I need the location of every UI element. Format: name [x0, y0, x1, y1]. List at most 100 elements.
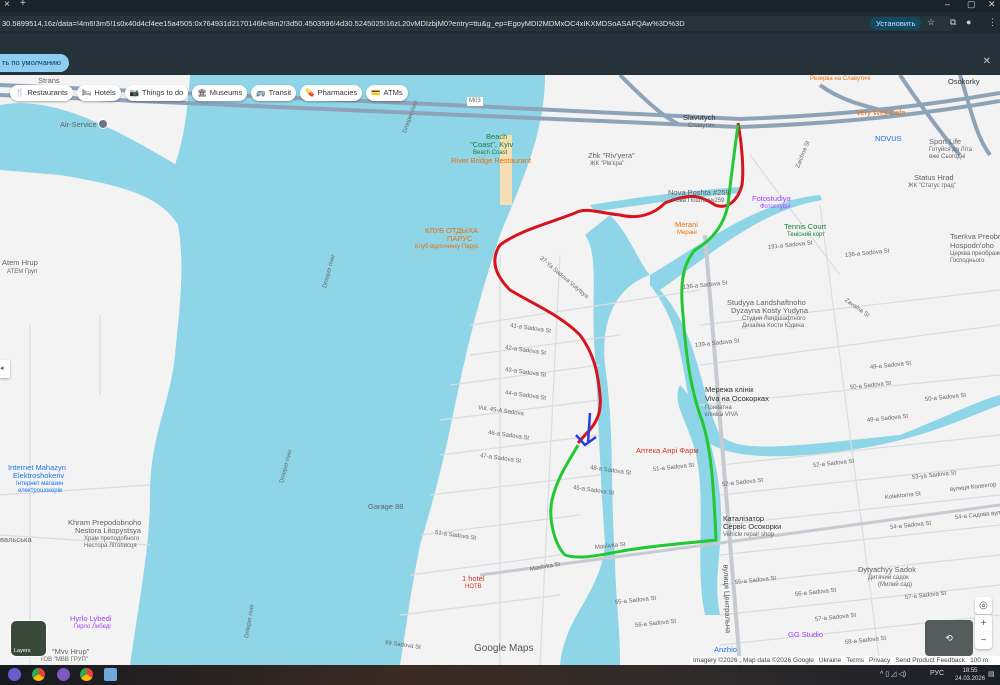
place-tennis-ua: Тенісний корт: [787, 232, 825, 238]
set-default-button[interactable]: ть по умолчанию: [0, 54, 69, 72]
camera-icon: 📷: [129, 88, 139, 97]
chip-transit[interactable]: 🚌 Transit: [251, 85, 297, 101]
place-apteka[interactable]: Аптека Анрі Фарм: [636, 446, 699, 455]
clock[interactable]: 18:55 24.03.2026: [955, 667, 985, 683]
install-app-button[interactable]: Установить: [870, 17, 922, 30]
route-blue-arrow: [575, 412, 597, 447]
place-river-bridge[interactable]: River Bridge Restaurant: [451, 156, 531, 165]
maximize-button[interactable]: ▢: [967, 0, 976, 10]
place-nova-poshta[interactable]: Nova Poshta #259: [668, 188, 730, 197]
place-reserve[interactable]: Резерва на Славутичі: [810, 75, 871, 84]
place-anzhio[interactable]: Anzhio: [714, 645, 737, 654]
bookmarks-bar: [0, 34, 1000, 52]
chip-atms[interactable]: 💳 ATMs: [366, 85, 408, 101]
privacy-link[interactable]: Privacy: [869, 656, 890, 665]
place-mvv-ua: ТОВ "МВВ ГРУП": [40, 657, 88, 663]
tray-icons[interactable]: ^ ▯ ◿ ◁): [880, 670, 906, 678]
place-air-service[interactable]: Air-Service: [60, 120, 97, 129]
place-khram-ua-2: Нестора Літописця: [84, 543, 137, 549]
my-location-button[interactable]: ◎: [975, 597, 992, 614]
place-dytyachyy-sadok[interactable]: Dytyachyy Sadok: [858, 565, 916, 574]
feedback-link[interactable]: Send Product Feedback: [895, 656, 965, 665]
lagoon-east: [650, 195, 1000, 457]
chrome-icon[interactable]: [32, 668, 45, 681]
place-sport-life[interactable]: Sport Life: [929, 137, 961, 146]
close-window-button[interactable]: ✕: [988, 0, 996, 10]
place-tserkva[interactable]: Tserkva Preobra: [950, 232, 1000, 241]
place-very-well-cafe[interactable]: Very Well Cafe: [856, 108, 905, 117]
place-atem-ua: АТЕМ Груп: [7, 269, 38, 275]
new-tab-button[interactable]: +: [20, 0, 26, 9]
place-studiya-ua-2: Дизайна Кости Юдина: [742, 323, 805, 329]
chip-restaurants[interactable]: 🍴 Restaurants: [10, 85, 73, 101]
minimize-button[interactable]: –: [945, 0, 950, 9]
place-pin-icon[interactable]: [98, 119, 108, 129]
viber-icon[interactable]: [57, 668, 70, 681]
highway-badge: M03: [467, 97, 483, 106]
zoom-out-button[interactable]: −: [975, 632, 992, 649]
place-valska[interactable]: вальська: [0, 535, 32, 544]
language-indicator[interactable]: РУС: [930, 670, 944, 677]
collapse-panel-button[interactable]: ◂: [0, 360, 10, 378]
place-viva[interactable]: Мережа клінік: [705, 385, 754, 394]
chip-label: Transit: [268, 88, 292, 97]
chip-museums[interactable]: 🏛 Museums: [192, 85, 248, 101]
google-maps-logo: Google Maps: [474, 643, 534, 654]
place-status-ua: ЖК "Статус град": [908, 183, 956, 189]
layers-button[interactable]: Layers: [10, 620, 47, 657]
place-hyrlo-lybedi[interactable]: Hyrlo Lybedi: [70, 614, 111, 623]
taskbar: ^ ▯ ◿ ◁) РУС 18:55 24.03.2026 ▤: [0, 665, 1000, 685]
category-chips: 🍴 Restaurants 🛏 Hotels 📷 Things to do 🏛 Muse…: [10, 85, 408, 101]
url-input[interactable]: 30.5899514,16z/data=!4m6!3m5!1s0x40d4cf4…: [0, 16, 955, 31]
place-klub-2[interactable]: ПАРУС: [447, 234, 472, 243]
atm-icon: 💳: [371, 88, 381, 97]
metro-slavutych[interactable]: Slavutych: [683, 113, 716, 122]
place-fotostudiya[interactable]: Fotostudiya: [752, 194, 791, 203]
clock-date: 24.03.2026: [955, 676, 986, 682]
profile-avatar[interactable]: ●: [966, 17, 971, 27]
menu-kebab-icon[interactable]: ⋮: [988, 17, 997, 28]
place-tennis[interactable]: Tennis Court: [784, 222, 826, 231]
zoom-in-button[interactable]: +: [975, 615, 992, 632]
copilot-icon[interactable]: [8, 668, 21, 681]
app-icon[interactable]: [104, 668, 117, 681]
chip-things-to-do[interactable]: 📷 Things to do: [124, 85, 189, 101]
scale-bar[interactable]: 100 m: [970, 656, 988, 665]
place-sport-ua-2: вже Сьогодні: [929, 154, 966, 160]
place-katalizator-2[interactable]: Сервіс Осокорки: [723, 522, 781, 531]
museum-icon: 🏛: [197, 88, 207, 97]
place-merani-ua: Мерані: [677, 230, 697, 236]
place-beach-2[interactable]: "Coast", Kyiv: [470, 140, 513, 149]
place-merani[interactable]: Merani: [675, 220, 698, 229]
notifications-icon[interactable]: ▤: [988, 670, 995, 678]
terms-link[interactable]: Terms: [846, 656, 864, 665]
hotel-icon: 🛏: [81, 88, 92, 97]
place-tserkva-2[interactable]: Hospodn'oho: [950, 241, 994, 250]
place-zhk-riviera[interactable]: Zhk "Riv'yera": [588, 151, 635, 160]
place-strans[interactable]: Strans: [38, 76, 60, 85]
place-mvv[interactable]: "Mvv Hrup": [52, 647, 89, 656]
place-viva-2[interactable]: Viva на Осокорках: [705, 394, 769, 403]
region-link[interactable]: Ukraine: [819, 656, 841, 665]
place-garage-88[interactable]: Garage 88: [368, 502, 403, 511]
place-atem[interactable]: Atem Hrup: [2, 258, 38, 267]
chip-pharmacies[interactable]: 💊 Pharmacies: [300, 85, 363, 101]
place-hotel[interactable]: 1 hotel: [462, 574, 485, 583]
place-status-hrad[interactable]: Status Hrad: [914, 173, 954, 182]
close-infobar-icon[interactable]: ✕: [983, 56, 991, 67]
place-gg-studio[interactable]: GG Studio: [788, 630, 823, 639]
place-tserkva-ua-2: Господнього: [950, 258, 985, 264]
place-internet-ua-2: електрошокерів: [18, 488, 63, 494]
place-khram-2[interactable]: Nestora Litopystsya: [75, 526, 141, 535]
chrome-active-icon[interactable]: [80, 668, 93, 681]
metro-osokorky[interactable]: Osokorky: [948, 77, 980, 86]
map-canvas[interactable]: 🍴 Restaurants 🛏 Hotels 📷 Things to do 🏛 Muse…: [0, 75, 1000, 665]
place-novus[interactable]: NOVUS: [875, 134, 902, 143]
bookmark-star-icon[interactable]: ☆: [927, 17, 935, 28]
street-view-thumbnail[interactable]: ⟲: [925, 620, 973, 656]
place-studiya-2[interactable]: Dyzayna Kosty Yudyna: [731, 306, 808, 315]
chip-hotels[interactable]: 🛏 Hotels: [76, 85, 121, 101]
place-internet-shop-2[interactable]: Elektroshokeriv: [13, 471, 64, 480]
close-tab-icon[interactable]: ×: [4, 0, 10, 10]
extensions-icon[interactable]: ⧉: [950, 17, 956, 28]
